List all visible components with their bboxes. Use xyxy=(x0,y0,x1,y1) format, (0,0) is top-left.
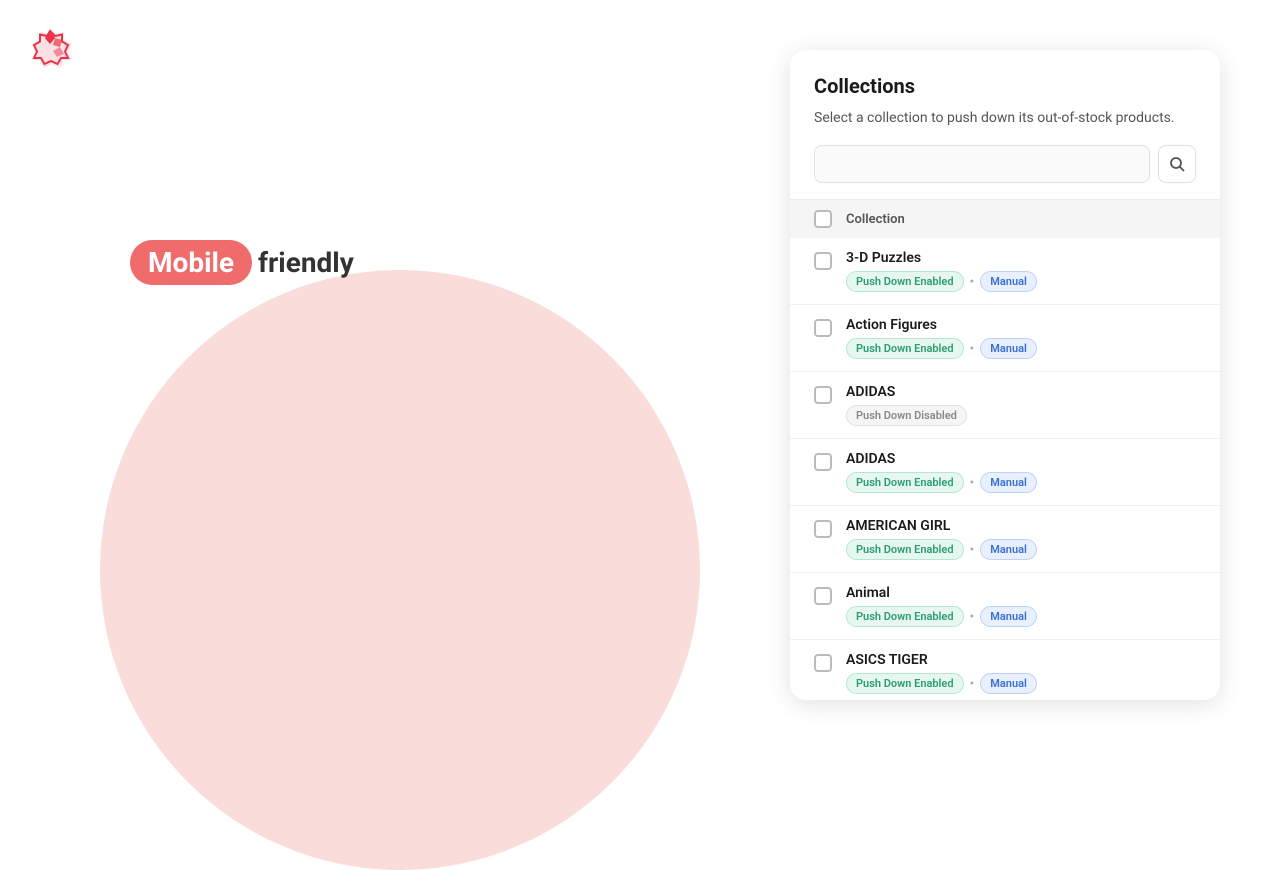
status-badge: Push Down Enabled xyxy=(846,673,964,694)
dot-separator: • xyxy=(970,275,975,289)
item-content: AMERICAN GIRL Push Down Enabled • Manual xyxy=(846,518,1196,560)
friendly-text: friendly xyxy=(258,246,354,279)
status-badge: Push Down Enabled xyxy=(846,606,964,627)
list-item[interactable]: Action Figures Push Down Enabled • Manua… xyxy=(790,305,1220,372)
item-name: 3-D Puzzles xyxy=(846,250,1196,266)
dot-separator: • xyxy=(970,476,975,490)
collections-panel: Collections Select a collection to push … xyxy=(790,50,1220,700)
status-badge: Push Down Enabled xyxy=(846,271,964,292)
app-logo xyxy=(28,24,72,72)
list-item[interactable]: ADIDAS Push Down Enabled • Manual xyxy=(790,439,1220,506)
item-content: ASICS TIGER Push Down Enabled • Manual xyxy=(846,652,1196,694)
manual-badge: Manual xyxy=(980,539,1037,560)
dot-separator: • xyxy=(970,342,975,356)
search-button[interactable] xyxy=(1158,145,1196,183)
item-checkbox-5[interactable] xyxy=(814,587,832,605)
item-name: ADIDAS xyxy=(846,451,1196,467)
manual-badge: Manual xyxy=(980,271,1037,292)
item-content: Animal Push Down Enabled • Manual xyxy=(846,585,1196,627)
item-checkbox-4[interactable] xyxy=(814,520,832,538)
manual-badge: Manual xyxy=(980,606,1037,627)
dot-separator: • xyxy=(970,677,975,691)
dot-separator: • xyxy=(970,610,975,624)
manual-badge: Manual xyxy=(980,338,1037,359)
hero-section: Mobile friendly xyxy=(130,240,354,285)
item-tags: Push Down Enabled • Manual xyxy=(846,539,1196,560)
mobile-badge: Mobile xyxy=(130,240,252,285)
item-tags: Push Down Enabled • Manual xyxy=(846,606,1196,627)
item-checkbox-2[interactable] xyxy=(814,386,832,404)
item-content: Action Figures Push Down Enabled • Manua… xyxy=(846,317,1196,359)
list-item[interactable]: ASICS TIGER Push Down Enabled • Manual xyxy=(790,640,1220,700)
item-content: ADIDAS Push Down Disabled xyxy=(846,384,1196,426)
item-name: ADIDAS xyxy=(846,384,1196,400)
search-row xyxy=(814,145,1196,183)
status-badge: Push Down Enabled xyxy=(846,472,964,493)
manual-badge: Manual xyxy=(980,472,1037,493)
background-decoration xyxy=(100,270,700,870)
panel-header: Collections Select a collection to push … xyxy=(790,50,1220,199)
item-checkbox-3[interactable] xyxy=(814,453,832,471)
dot-separator: • xyxy=(970,543,975,557)
collections-list: 3-D Puzzles Push Down Enabled • Manual A… xyxy=(790,238,1220,700)
item-checkbox-6[interactable] xyxy=(814,654,832,672)
panel-title: Collections xyxy=(814,74,1196,98)
item-tags: Push Down Enabled • Manual xyxy=(846,472,1196,493)
item-name: Action Figures xyxy=(846,317,1196,333)
item-tags: Push Down Enabled • Manual xyxy=(846,673,1196,694)
list-item[interactable]: 3-D Puzzles Push Down Enabled • Manual xyxy=(790,238,1220,305)
item-name: Animal xyxy=(846,585,1196,601)
item-checkbox-1[interactable] xyxy=(814,319,832,337)
manual-badge: Manual xyxy=(980,673,1037,694)
item-checkbox-0[interactable] xyxy=(814,252,832,270)
item-content: 3-D Puzzles Push Down Enabled • Manual xyxy=(846,250,1196,292)
item-tags: Push Down Enabled • Manual xyxy=(846,338,1196,359)
item-name: AMERICAN GIRL xyxy=(846,518,1196,534)
status-badge: Push Down Disabled xyxy=(846,405,967,426)
item-content: ADIDAS Push Down Enabled • Manual xyxy=(846,451,1196,493)
column-header-collection: Collection xyxy=(846,212,905,227)
search-input[interactable] xyxy=(814,145,1150,183)
status-badge: Push Down Enabled xyxy=(846,338,964,359)
panel-subtitle: Select a collection to push down its out… xyxy=(814,108,1196,129)
list-item[interactable]: ADIDAS Push Down Disabled xyxy=(790,372,1220,439)
status-badge: Push Down Enabled xyxy=(846,539,964,560)
table-header: Collection xyxy=(790,199,1220,238)
list-item[interactable]: AMERICAN GIRL Push Down Enabled • Manual xyxy=(790,506,1220,573)
search-icon xyxy=(1169,156,1185,172)
item-tags: Push Down Disabled xyxy=(846,405,1196,426)
item-name: ASICS TIGER xyxy=(846,652,1196,668)
list-item[interactable]: Animal Push Down Enabled • Manual xyxy=(790,573,1220,640)
select-all-checkbox[interactable] xyxy=(814,210,832,228)
item-tags: Push Down Enabled • Manual xyxy=(846,271,1196,292)
